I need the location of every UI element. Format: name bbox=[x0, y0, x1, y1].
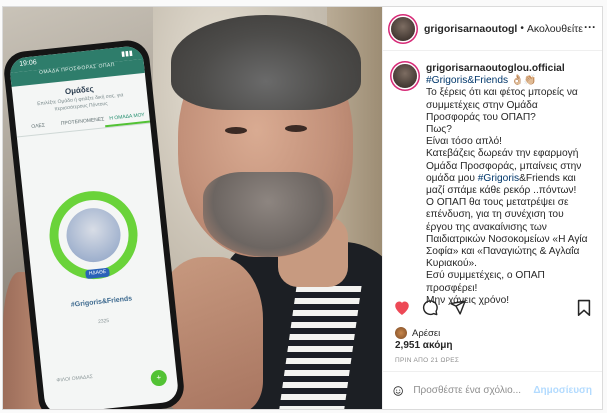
app-tab-suggested: ΠΡΟΤΕΙΝΟΜΕΝΕΣ bbox=[60, 116, 105, 127]
post-actions bbox=[393, 299, 467, 316]
post-header: grigorisarnaoutogl • Ακολουθείτε ··· bbox=[383, 7, 602, 51]
liked-by-text: Αρέσει bbox=[412, 327, 441, 339]
header-separator: • bbox=[520, 23, 524, 34]
photo-beard bbox=[203, 172, 333, 257]
caption-text: grigorisarnaoutoglou.official #Grigoris&… bbox=[426, 63, 592, 306]
likes-number: 2,951 bbox=[395, 340, 421, 351]
caption-line: Πως? bbox=[426, 124, 452, 136]
likes-suffix: ακόμη bbox=[420, 340, 453, 351]
phone-screen: 19:06 ▮▮▮ ΟΜΑΔΑ ΠΡΟΣΦΟΡΑΣ ΟΠΑΠ Ομάδες Επ… bbox=[8, 44, 180, 409]
app-tab-my-team: Η ΟΜΑΔΑ ΜΟΥ bbox=[104, 108, 151, 128]
phone-time: 19:06 bbox=[18, 59, 38, 68]
smiley-icon[interactable] bbox=[393, 382, 403, 400]
heart-filled-icon[interactable] bbox=[393, 299, 411, 316]
comment-bar: Δημοσίευση bbox=[383, 371, 602, 409]
caption-emoji: 👌🏼👏🏼 bbox=[510, 75, 537, 87]
post-timestamp[interactable]: ΠΡΙΝ ΑΠΟ 21 ΩΡΕΣ bbox=[395, 357, 459, 364]
team-photo bbox=[63, 205, 124, 265]
photo-eye-right bbox=[285, 125, 307, 132]
photo-hair bbox=[171, 15, 361, 110]
post-caption: grigorisarnaoutoglou.official #Grigoris&… bbox=[383, 51, 602, 306]
comment-bubble-icon[interactable] bbox=[421, 299, 439, 316]
caption-line: Το ξέρεις ότι και φέτος μπορείς να συμμε… bbox=[426, 87, 578, 123]
app-fab-button: + bbox=[150, 369, 168, 387]
liker-avatar[interactable] bbox=[395, 327, 407, 339]
instagram-post: 19:06 ▮▮▮ ΟΜΑΔΑ ΠΡΟΣΦΟΡΑΣ ΟΠΑΠ Ομάδες Επ… bbox=[2, 6, 603, 410]
post-comment-button[interactable]: Δημοσίευση bbox=[533, 385, 592, 396]
following-button[interactable]: Ακολουθείτε bbox=[527, 23, 583, 35]
caption-line: Είναι τόσο απλό! bbox=[426, 136, 502, 148]
more-options-icon[interactable]: ··· bbox=[584, 20, 596, 34]
caption-avatar[interactable] bbox=[393, 64, 417, 88]
paper-plane-icon[interactable] bbox=[449, 299, 467, 316]
app-footer-label: ΦΙΛΟΙ ΟΜΑΔΑΣ bbox=[56, 373, 94, 384]
team-count: 2325 bbox=[97, 317, 110, 326]
caption-line: Ο ΟΠΑΠ θα τους μετατρέψει σε επένδυση, γ… bbox=[426, 197, 588, 270]
app-tab-all: ΟΛΕΣ bbox=[31, 122, 46, 130]
team-name: #Grigoris&Friends bbox=[70, 295, 133, 309]
comment-input[interactable] bbox=[413, 385, 534, 396]
caption-line: Εσύ συμμετέχεις, ο ΟΠΑΠ προσφέρει! bbox=[426, 270, 545, 294]
team-badge: ΗΔΑΘΕ bbox=[85, 267, 110, 280]
liked-by-row: Αρέσει bbox=[395, 327, 440, 339]
likes-count[interactable]: 2,951 ακόμη bbox=[395, 340, 453, 351]
post-photo[interactable]: 19:06 ▮▮▮ ΟΜΑΔΑ ΠΡΟΣΦΟΡΑΣ ΟΠΑΠ Ομάδες Επ… bbox=[3, 7, 382, 409]
post-side-panel: grigorisarnaoutogl • Ακολουθείτε ··· gri… bbox=[382, 7, 602, 409]
caption-username[interactable]: grigorisarnaoutoglou.official bbox=[426, 63, 565, 74]
avatar[interactable] bbox=[391, 16, 415, 41]
photo-eye-left bbox=[225, 127, 247, 134]
bookmark-icon[interactable] bbox=[576, 299, 592, 316]
signal-icon: ▮▮▮ bbox=[120, 50, 134, 59]
caption-hashtag-inline[interactable]: #Grigoris bbox=[478, 173, 519, 184]
header-username[interactable]: grigorisarnaoutogl bbox=[424, 23, 517, 35]
caption-hashtag[interactable]: #Grigoris&Friends bbox=[426, 75, 508, 86]
